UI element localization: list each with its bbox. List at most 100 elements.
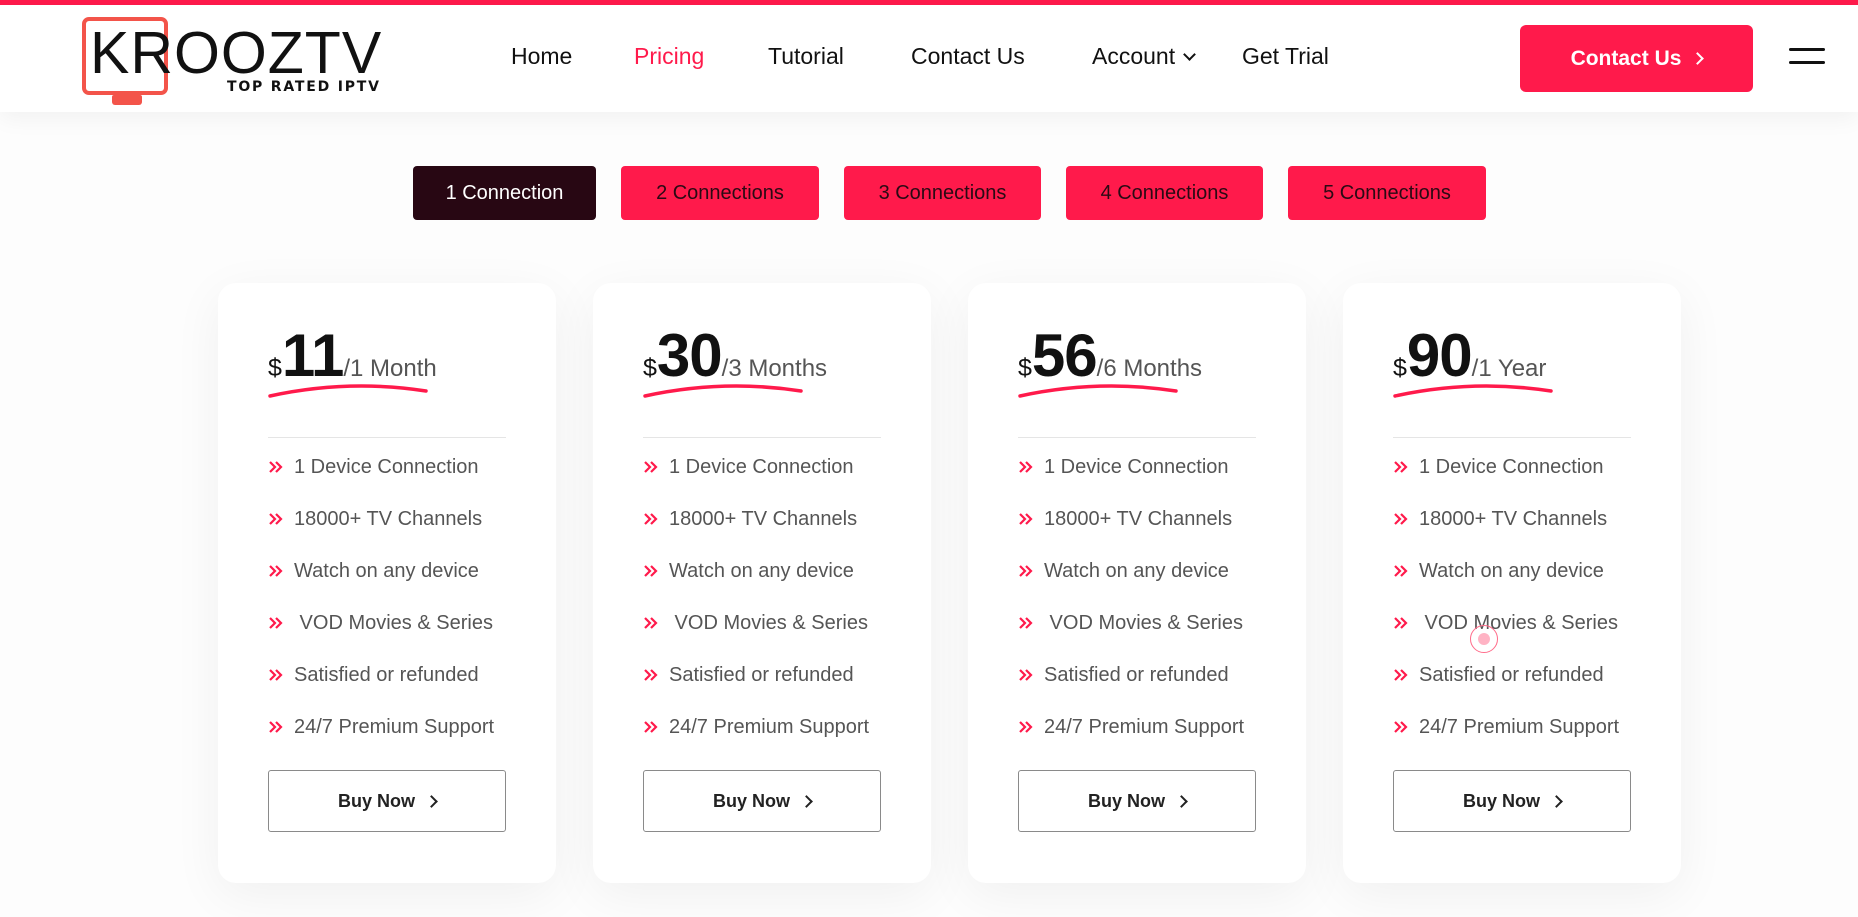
feature-item: 1 Device Connection xyxy=(268,441,494,493)
feature-text: Satisfied or refunded xyxy=(669,663,854,686)
buy-now-label: Buy Now xyxy=(337,790,415,811)
price-underline-swoosh xyxy=(643,384,803,398)
contact-us-button-label: Contact Us xyxy=(1570,46,1682,70)
feature-item: Watch on any device xyxy=(268,545,494,597)
nav-get-trial[interactable]: Get Trial xyxy=(1242,43,1329,70)
double-chevron-right-icon xyxy=(1394,513,1408,525)
tab-5-connections[interactable]: 5 Connections xyxy=(1288,166,1486,220)
price: $90/1 Year xyxy=(1393,321,1546,390)
feature-item: 1 Device Connection xyxy=(1393,441,1619,493)
feature-item: 24/7 Premium Support xyxy=(1018,701,1244,753)
feature-item: 18000+ TV Channels xyxy=(268,493,494,545)
feature-text: 18000+ TV Channels xyxy=(1419,507,1608,530)
currency-symbol: $ xyxy=(1018,354,1032,382)
nav-tutorial[interactable]: Tutorial xyxy=(768,43,844,70)
feature-item: 1 Device Connection xyxy=(643,441,869,493)
feature-item: 24/7 Premium Support xyxy=(643,701,869,753)
price: $56/6 Months xyxy=(1018,321,1202,390)
feature-text: Watch on any device xyxy=(669,559,854,582)
divider xyxy=(1393,437,1631,438)
nav-account-label: Account xyxy=(1092,43,1176,69)
feature-text: VOD Movies & Series xyxy=(294,611,493,634)
price-amount: 90 xyxy=(1406,322,1473,389)
nav-account[interactable]: Account xyxy=(1092,43,1196,70)
double-chevron-right-icon xyxy=(269,513,283,525)
tab-1-connection[interactable]: 1 Connection xyxy=(413,166,596,220)
buy-now-label: Buy Now xyxy=(1462,790,1540,811)
feature-text: VOD Movies & Series xyxy=(669,611,868,634)
price-period: /3 Months xyxy=(721,355,828,382)
double-chevron-right-icon xyxy=(1019,513,1033,525)
feature-item: 24/7 Premium Support xyxy=(268,701,494,753)
nav-pricing[interactable]: Pricing xyxy=(634,43,704,70)
site-header: KROOZTV TOP RATED IPTV Home Pricing Tuto… xyxy=(0,5,1858,112)
tab-2-connections[interactable]: 2 Connections xyxy=(621,166,819,220)
feature-text: Satisfied or refunded xyxy=(1044,663,1229,686)
currency-symbol: $ xyxy=(643,354,657,382)
double-chevron-right-icon xyxy=(1019,669,1033,681)
feature-text: VOD Movies & Series xyxy=(1419,611,1618,634)
double-chevron-right-icon xyxy=(1394,669,1408,681)
logo-text: KROOZTV xyxy=(90,20,383,86)
feature-text: 18000+ TV Channels xyxy=(1044,507,1233,530)
divider xyxy=(1018,437,1256,438)
contact-us-button[interactable]: Contact Us xyxy=(1520,25,1753,92)
feature-item: 24/7 Premium Support xyxy=(1393,701,1619,753)
feature-text: 1 Device Connection xyxy=(1419,455,1604,478)
tab-4-connections[interactable]: 4 Connections xyxy=(1066,166,1263,220)
feature-item: Satisfied or refunded xyxy=(643,649,869,701)
divider xyxy=(268,437,506,438)
buy-now-button[interactable]: Buy Now xyxy=(1018,770,1256,832)
feature-item: 18000+ TV Channels xyxy=(643,493,869,545)
feature-text: Satisfied or refunded xyxy=(294,663,479,686)
logo-tagline: TOP RATED IPTV xyxy=(227,79,381,95)
double-chevron-right-icon xyxy=(644,617,658,629)
feature-list: 1 Device Connection 18000+ TV Channels W… xyxy=(1393,441,1619,753)
logo[interactable]: KROOZTV TOP RATED IPTV xyxy=(82,13,382,113)
buy-now-label: Buy Now xyxy=(712,790,790,811)
price-amount: 11 xyxy=(281,322,344,389)
nav-home[interactable]: Home xyxy=(511,43,572,70)
feature-text: 1 Device Connection xyxy=(1044,455,1229,478)
tv-stand-icon xyxy=(112,95,142,105)
pricing-card: $90/1 Year 1 Device Connection 18000+ TV… xyxy=(1343,283,1681,883)
buy-now-button[interactable]: Buy Now xyxy=(1393,770,1631,832)
double-chevron-right-icon xyxy=(1019,565,1033,577)
feature-item: Satisfied or refunded xyxy=(268,649,494,701)
feature-item: Watch on any device xyxy=(1018,545,1244,597)
pricing-card: $30/3 Months 1 Device Connection 18000+ … xyxy=(593,283,931,883)
price-period: /6 Months xyxy=(1096,355,1203,382)
feature-text: 1 Device Connection xyxy=(294,455,479,478)
buy-now-button[interactable]: Buy Now xyxy=(643,770,881,832)
double-chevron-right-icon xyxy=(269,721,283,733)
double-chevron-right-icon xyxy=(1019,721,1033,733)
double-chevron-right-icon xyxy=(269,617,283,629)
hamburger-menu-icon[interactable] xyxy=(1789,48,1825,70)
feature-text: 24/7 Premium Support xyxy=(1044,715,1245,738)
buy-now-button[interactable]: Buy Now xyxy=(268,770,506,832)
divider xyxy=(643,437,881,438)
feature-text: VOD Movies & Series xyxy=(1044,611,1243,634)
double-chevron-right-icon xyxy=(644,721,658,733)
chevron-right-icon xyxy=(1550,794,1563,808)
feature-text: Watch on any device xyxy=(1044,559,1229,582)
tab-3-connections[interactable]: 3 Connections xyxy=(844,166,1041,220)
double-chevron-right-icon xyxy=(644,669,658,681)
double-chevron-right-icon xyxy=(644,461,658,473)
price-amount: 30 xyxy=(656,322,723,389)
feature-text: Satisfied or refunded xyxy=(1419,663,1604,686)
feature-text: 24/7 Premium Support xyxy=(1419,715,1620,738)
feature-item: 18000+ TV Channels xyxy=(1018,493,1244,545)
currency-symbol: $ xyxy=(1393,354,1407,382)
double-chevron-right-icon xyxy=(644,513,658,525)
pricing-card: $56/6 Months 1 Device Connection 18000+ … xyxy=(968,283,1306,883)
nav-contact-us[interactable]: Contact Us xyxy=(911,43,1025,70)
price-underline-swoosh xyxy=(1393,384,1553,398)
chevron-right-icon xyxy=(1691,52,1705,65)
price: $11/1 Month xyxy=(268,321,437,390)
feature-text: 1 Device Connection xyxy=(669,455,854,478)
buy-now-label: Buy Now xyxy=(1087,790,1165,811)
chevron-right-icon xyxy=(1175,794,1188,808)
double-chevron-right-icon xyxy=(644,565,658,577)
double-chevron-right-icon xyxy=(1019,617,1033,629)
